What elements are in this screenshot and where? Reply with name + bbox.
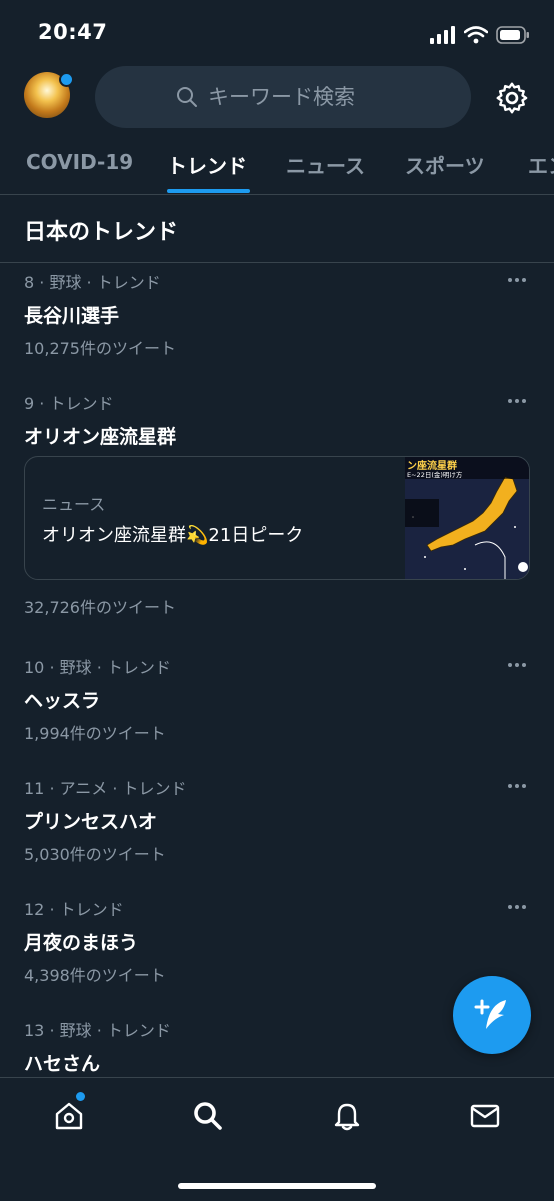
notification-dot	[59, 72, 74, 87]
search-bar[interactable]	[95, 66, 471, 128]
status-time: 20:47	[38, 20, 108, 44]
search-icon	[177, 87, 197, 107]
tab-news[interactable]: ニュース	[286, 150, 365, 179]
more-options-icon[interactable]	[500, 654, 534, 676]
trend-name: プリンセスハオ	[24, 811, 158, 833]
trend-name: 月夜のまほう	[24, 932, 139, 954]
trend-meta: 8 · 野球 · トレンド	[24, 273, 161, 292]
home-indicator	[178, 1183, 376, 1189]
trend-meta: 9 · トレンド	[24, 394, 114, 413]
tweet-count: 1,994件のツイート	[24, 724, 166, 743]
news-thumbnail: ン座流星群 E~22日(金)明け方	[405, 457, 529, 579]
trend-meta: 10 · 野球 · トレンド	[24, 658, 171, 677]
thumbnail-subtitle: E~22日(金)明け方	[407, 470, 463, 479]
home-icon	[55, 1102, 83, 1130]
more-options-icon[interactable]	[500, 896, 534, 918]
tab-entertainment[interactable]: エン	[528, 150, 554, 179]
compose-tweet-icon	[474, 999, 506, 1029]
trend-item[interactable]: 10 · 野球 · トレンド ヘッスラ 1,994件のツイート	[0, 654, 554, 764]
news-headline: オリオン座流星群💫21日ピーク	[42, 525, 304, 546]
search-input[interactable]	[206, 84, 390, 110]
news-card[interactable]: ニュース オリオン座流星群💫21日ピーク ン座流星群 E~22日(金)明け方	[24, 456, 530, 580]
more-options-icon[interactable]	[500, 269, 534, 291]
trend-meta: 12 · トレンド	[24, 900, 124, 919]
trend-item[interactable]: 11 · アニメ · トレンド プリンセスハオ 5,030件のツイート	[0, 775, 554, 885]
trend-meta: 11 · アニメ · トレンド	[24, 779, 187, 798]
more-options-icon[interactable]	[500, 390, 534, 412]
compose-tweet-button[interactable]	[453, 976, 531, 1054]
trend-list: 8 · 野球 · トレンド 長谷川選手 10,275件のツイート 9 · トレン…	[0, 263, 554, 1077]
nav-notifications[interactable]	[327, 1096, 367, 1136]
trend-name: ハセさん	[24, 1053, 101, 1075]
trend-name: ヘッスラ	[24, 690, 101, 712]
section-title: 日本のトレンド	[24, 220, 179, 245]
explore-tabs: COVID-19 トレンド ニュース スポーツ エン	[0, 134, 554, 195]
status-icons	[430, 24, 530, 46]
status-bar: 20:47	[0, 0, 554, 62]
tweet-count: 4,398件のツイート	[24, 966, 166, 985]
signal-icon	[430, 26, 455, 44]
wifi-icon	[464, 26, 488, 44]
trend-name: 長谷川選手	[24, 305, 120, 327]
more-options-icon[interactable]	[500, 775, 534, 797]
bottom-navigation	[0, 1077, 554, 1201]
tweet-count: 5,030件のツイート	[24, 845, 166, 864]
bell-icon	[334, 1103, 360, 1131]
search-icon	[194, 1102, 222, 1130]
header	[0, 62, 554, 132]
tab-sports[interactable]: スポーツ	[405, 150, 485, 179]
battery-icon	[496, 26, 529, 44]
nav-home[interactable]	[49, 1096, 89, 1136]
trend-name: オリオン座流星群	[24, 426, 177, 448]
trend-meta: 13 · 野球 · トレンド	[24, 1021, 171, 1040]
trend-item[interactable]: 8 · 野球 · トレンド 長谷川選手 10,275件のツイート	[0, 269, 554, 379]
tab-trends[interactable]: トレンド	[167, 150, 247, 179]
section-header: 日本のトレンド	[0, 196, 554, 263]
active-tab-indicator	[167, 189, 250, 193]
nav-messages[interactable]	[465, 1096, 505, 1136]
tweet-count: 32,726件のツイート	[24, 598, 176, 617]
home-notification-dot	[76, 1092, 85, 1101]
nav-explore[interactable]	[188, 1096, 228, 1136]
tweet-count: 10,275件のツイート	[24, 339, 176, 358]
mail-icon	[470, 1104, 500, 1128]
tab-covid-19[interactable]: COVID-19	[26, 150, 133, 174]
news-label: ニュース	[42, 495, 106, 514]
gear-icon[interactable]	[494, 80, 530, 116]
